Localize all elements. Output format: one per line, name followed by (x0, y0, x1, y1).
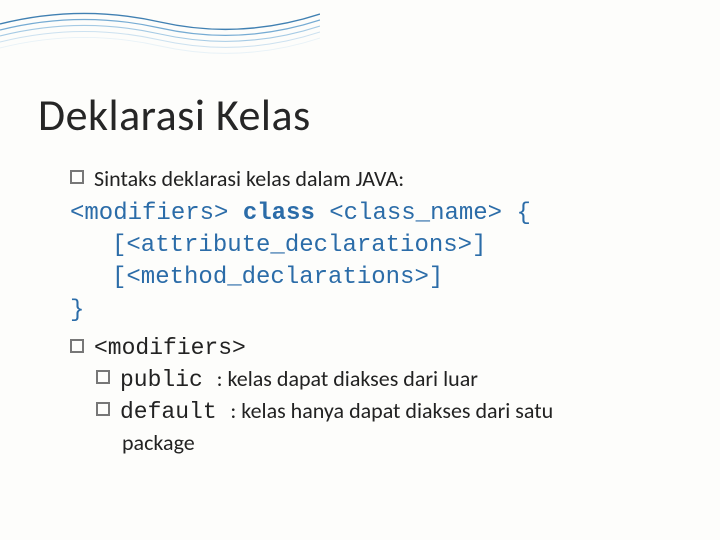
sub-item-default: default : kelas hanya dapat diakses dari… (96, 396, 670, 458)
decorative-wave (0, 0, 320, 60)
square-bullet-icon (70, 339, 84, 353)
slide-content: Sintaks deklarasi kelas dalam JAVA: <mod… (70, 164, 670, 458)
code-line-3: [<method_declarations>] (70, 262, 670, 294)
sub-item-public: public : kelas dapat diakses dari luar (96, 364, 670, 396)
modifier-public-desc: : kelas dapat diakses dari luar (217, 365, 478, 392)
code-line-1: <modifiers> class <class_name> { (70, 198, 670, 230)
bullet-item-modifiers: <modifiers> (70, 333, 670, 364)
square-bullet-icon (70, 170, 84, 184)
square-bullet-icon (96, 402, 110, 416)
code-line-2: [<attribute_declarations>] (70, 230, 670, 262)
modifiers-label: <modifiers> (94, 333, 246, 364)
bullet-item-syntax: Sintaks deklarasi kelas dalam JAVA: (70, 164, 670, 194)
modifier-default-desc: : kelas hanya dapat diakses dari satu (230, 397, 553, 424)
slide-title: Deklarasi Kelas (38, 88, 311, 142)
bullet-text: Sintaks deklarasi kelas dalam JAVA: (94, 164, 404, 194)
modifier-default: default (120, 399, 230, 425)
code-block: <modifiers> class <class_name> { [<attri… (70, 198, 670, 328)
modifier-public: public (120, 367, 217, 393)
square-bullet-icon (96, 370, 110, 384)
code-line-4: } (70, 295, 670, 327)
modifier-default-cont: package (122, 428, 670, 458)
